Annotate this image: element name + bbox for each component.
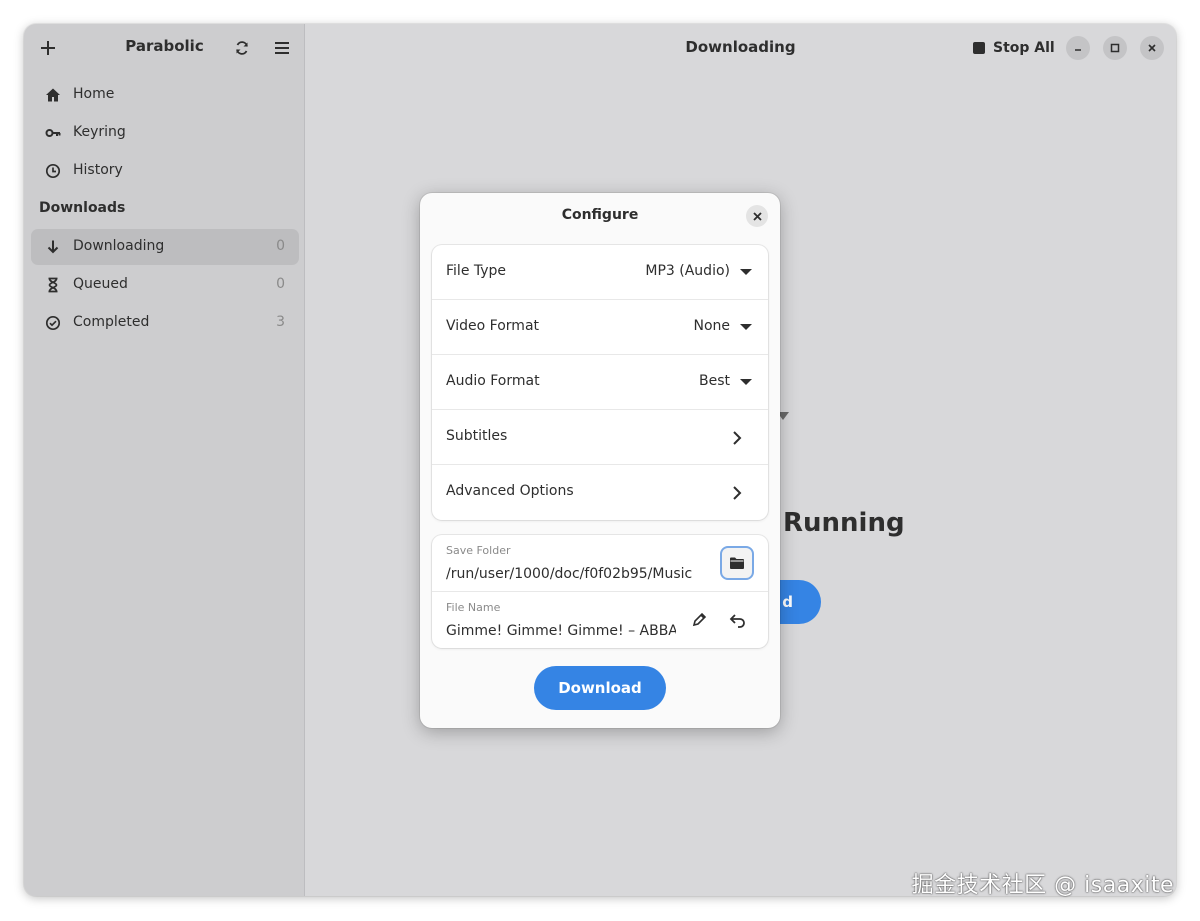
destination-card: Save Folder /run/user/1000/doc/f0f02b95/…: [432, 535, 768, 648]
dialog-title: Configure: [561, 207, 639, 223]
video-format-row[interactable]: Video Format None: [432, 300, 768, 355]
select-folder-button[interactable]: [720, 546, 754, 580]
minimize-button[interactable]: [1066, 36, 1090, 60]
edit-file-name-button[interactable]: [686, 607, 712, 633]
dialog-close-button[interactable]: [746, 205, 768, 227]
sidebar-header: Parabolic: [24, 24, 305, 72]
configure-dialog: Configure File Type MP3 (Audio) Video Fo…: [420, 193, 780, 728]
dropdown-arrow-icon: [740, 379, 752, 385]
audio-format-row[interactable]: Audio Format Best: [432, 355, 768, 410]
sidebar-item-history[interactable]: History: [31, 153, 299, 189]
sidebar: Parabolic Home Keyring History Downloads…: [24, 24, 305, 896]
sidebar-item-queued[interactable]: Queued 0: [31, 267, 299, 303]
file-type-row[interactable]: File Type MP3 (Audio): [432, 245, 768, 300]
sidebar-item-keyring[interactable]: Keyring: [31, 115, 299, 151]
hourglass-icon: [48, 277, 58, 293]
arrow-down-icon: [47, 240, 59, 254]
sidebar-item-count: 0: [276, 238, 285, 254]
file-type-value: MP3 (Audio): [645, 263, 730, 279]
file-name-field[interactable]: File Name Gimme! Gimme! Gimme! – ABBA: [432, 592, 768, 649]
sidebar-item-label: History: [73, 162, 123, 178]
hamburger-menu-icon: [275, 42, 289, 54]
sidebar-item-home[interactable]: Home: [31, 77, 299, 113]
video-format-value: None: [693, 318, 730, 334]
advanced-options-label: Advanced Options: [446, 483, 574, 499]
close-icon: [1148, 44, 1156, 52]
sidebar-title: Parabolic: [125, 37, 204, 55]
watermark: 掘金技术社区 @ isaaxite: [911, 873, 1174, 898]
pencil-icon: [692, 612, 707, 627]
close-window-button[interactable]: [1140, 36, 1164, 60]
sidebar-item-downloading[interactable]: Downloading 0: [31, 229, 299, 265]
main-menu-button[interactable]: [267, 33, 297, 63]
close-icon: [752, 211, 762, 221]
audio-format-label: Audio Format: [446, 373, 540, 389]
dropdown-arrow-icon: [740, 324, 752, 330]
dropdown-arrow-icon: [740, 269, 752, 275]
sidebar-item-label: Home: [73, 86, 115, 102]
download-button[interactable]: Download: [534, 666, 666, 710]
undo-icon: [729, 614, 745, 628]
clock-icon: [45, 163, 61, 179]
subtitles-row[interactable]: Subtitles: [432, 410, 768, 465]
chevron-right-icon: [733, 486, 742, 500]
sidebar-item-label: Downloading: [73, 238, 165, 254]
file-type-label: File Type: [446, 263, 507, 279]
sidebar-item-label: Completed: [73, 314, 150, 330]
sidebar-item-label: Keyring: [73, 124, 126, 140]
folder-icon: [730, 557, 744, 569]
file-name-value[interactable]: Gimme! Gimme! Gimme! – ABBA: [446, 623, 676, 639]
refresh-icon: [236, 41, 248, 55]
save-folder-value: /run/user/1000/doc/f0f02b95/Music: [446, 566, 693, 582]
advanced-options-row[interactable]: Advanced Options: [432, 465, 768, 520]
app-window: Parabolic Home Keyring History Downloads…: [24, 24, 1176, 896]
file-name-label: File Name: [446, 601, 501, 614]
save-folder-label: Save Folder: [446, 544, 511, 557]
subtitles-label: Subtitles: [446, 428, 508, 444]
maximize-button[interactable]: [1103, 36, 1127, 60]
sidebar-item-count: 3: [276, 314, 285, 330]
sidebar-item-label: Queued: [73, 276, 128, 292]
stop-icon: [973, 42, 985, 54]
options-card: File Type MP3 (Audio) Video Format None …: [432, 245, 768, 520]
sidebar-item-completed[interactable]: Completed 3: [31, 305, 299, 341]
check-circle-icon: [45, 315, 61, 331]
refresh-button[interactable]: [227, 33, 257, 63]
minimize-icon: [1075, 49, 1081, 51]
audio-format-value: Best: [698, 373, 730, 389]
stop-all-label: Stop All: [993, 40, 1055, 56]
sidebar-item-count: 0: [276, 276, 285, 292]
chevron-right-icon: [733, 431, 742, 445]
video-format-label: Video Format: [446, 318, 540, 334]
home-icon: [46, 88, 60, 102]
key-icon: [45, 129, 61, 137]
revert-file-name-button[interactable]: [725, 607, 751, 633]
maximize-icon: [1110, 43, 1120, 53]
background-status-heading: Running: [783, 508, 905, 538]
stop-all-button[interactable]: Stop All: [965, 32, 1063, 64]
downloads-section-label: Downloads: [39, 200, 126, 216]
save-folder-field: Save Folder /run/user/1000/doc/f0f02b95/…: [432, 535, 768, 592]
